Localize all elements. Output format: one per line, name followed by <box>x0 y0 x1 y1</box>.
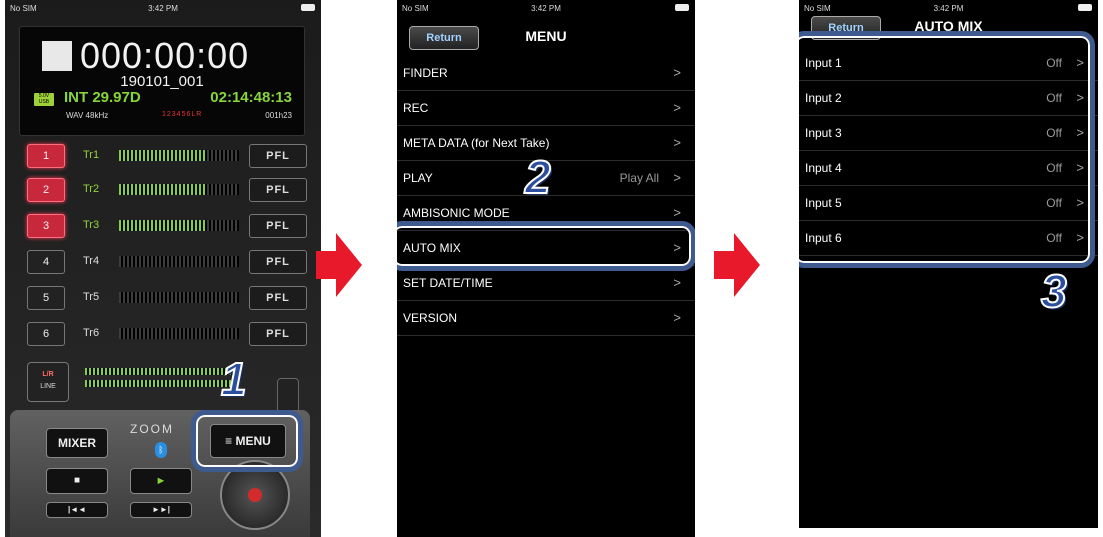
page-title: MENU <box>525 28 567 44</box>
file-format: WAV 48kHz <box>66 111 109 120</box>
mixer-button[interactable]: MIXER <box>46 428 108 458</box>
lr-line-button[interactable]: L/R LINE <box>27 362 69 402</box>
menu-item-version[interactable]: VERSION > <box>397 301 695 336</box>
line-label: LINE <box>40 383 56 390</box>
step-number-1: 1 <box>220 352 248 406</box>
track-row: 5 Tr5 PFL <box>27 286 309 310</box>
rewind-button[interactable]: |◄◄ <box>46 502 108 518</box>
menu-item-rec[interactable]: REC > <box>397 91 695 126</box>
track-level-meter <box>119 220 239 231</box>
armed-tracks-indicator: 123456LR <box>162 111 203 118</box>
track-name: Tr4 <box>83 255 100 267</box>
pfl-button[interactable]: PFL <box>249 322 307 346</box>
chevron-right-icon: > <box>673 65 681 80</box>
track-3-button[interactable]: 3 <box>27 214 65 238</box>
stop-button[interactable]: ■ <box>46 468 108 494</box>
step-number-2: 2 <box>524 150 552 204</box>
battery-icon <box>297 3 315 12</box>
item-label: SET DATE/TIME <box>403 276 493 290</box>
stop-state-icon <box>42 41 72 71</box>
timecode-display: 02:14:48:13 <box>210 89 292 106</box>
navigation-bar: Return MENU <box>397 14 695 60</box>
pfl-button[interactable]: PFL <box>249 144 307 168</box>
chevron-right-icon: > <box>673 275 681 290</box>
item-label: VERSION <box>403 311 458 325</box>
fast-forward-button[interactable]: ►►| <box>130 502 192 518</box>
status-bar: No SIM 3:42 PM <box>5 0 321 16</box>
chevron-right-icon: > <box>673 170 681 185</box>
highlight-menu-button <box>191 410 303 472</box>
track-level-meter <box>119 184 239 195</box>
timecode: 000:00:00 <box>80 35 250 76</box>
chevron-right-icon: > <box>673 135 681 150</box>
side-switch[interactable] <box>277 378 299 414</box>
track-2-button[interactable]: 2 <box>27 178 65 202</box>
track-level-meter <box>119 292 239 303</box>
chevron-right-icon: > <box>673 100 681 115</box>
track-name: Tr5 <box>83 291 100 303</box>
chevron-right-icon: > <box>673 310 681 325</box>
meter-right <box>85 380 233 387</box>
track-name: Tr2 <box>83 183 100 195</box>
item-label: PLAY <box>403 171 433 185</box>
chevron-right-icon: > <box>673 205 681 220</box>
menu-item-finder[interactable]: FINDER > <box>397 56 695 91</box>
track-level-meter <box>119 256 239 267</box>
menu-item-set-date-time[interactable]: SET DATE/TIME > <box>397 266 695 301</box>
meter-left <box>85 368 233 375</box>
track-row: 2 Tr2 PFL <box>27 178 309 202</box>
track-4-button[interactable]: 4 <box>27 250 65 274</box>
track-name: Tr6 <box>83 327 100 339</box>
bluetooth-icon: ᛒ <box>155 442 167 458</box>
track-level-meter <box>119 150 239 161</box>
item-label: REC <box>403 101 429 115</box>
track-5-button[interactable]: 5 <box>27 286 65 310</box>
step-number-3: 3 <box>1040 264 1068 318</box>
pfl-button[interactable]: PFL <box>249 250 307 274</box>
highlight-inputs <box>799 31 1095 268</box>
play-button[interactable]: ► <box>130 468 192 494</box>
usb-power-icon: 5.0V USB <box>34 93 54 106</box>
lcd-display: 000:00:00 190101_001 5.0V USB INT 29.97D… <box>19 26 305 136</box>
track-1-button[interactable]: 1 <box>27 144 65 168</box>
zoom-logo: ZOOM <box>130 422 174 436</box>
clock-label: 3:42 PM <box>531 4 561 13</box>
item-label: AMBISONIC MODE <box>403 206 510 220</box>
pfl-button[interactable]: PFL <box>249 178 307 202</box>
frame-rate: INT 29.97D <box>64 89 141 106</box>
track-name: Tr3 <box>83 219 100 231</box>
track-6-button[interactable]: 6 <box>27 322 65 346</box>
take-filename: 190101_001 <box>120 73 204 90</box>
recorder-app-screen: No SIM 3:42 PM 000:00:00 190101_001 5.0V… <box>5 0 321 537</box>
lr-label: L/R <box>42 371 54 378</box>
track-row: 6 Tr6 PFL <box>27 322 309 346</box>
item-label: FINDER <box>403 66 448 80</box>
pfl-button[interactable]: PFL <box>249 214 307 238</box>
item-value: Play All <box>619 171 659 185</box>
clock-label: 3:42 PM <box>148 4 178 13</box>
auto-mix-screen: No SIM 3:42 PM Return AUTO MIX Input 1 Of… <box>799 0 1098 528</box>
item-label: META DATA (for Next Take) <box>403 136 550 150</box>
track-row: 1 Tr1 PFL <box>27 144 309 168</box>
track-row: 4 Tr4 PFL <box>27 250 309 274</box>
menu-screen: No SIM 3:42 PM Return MENU FINDER > REC > ME… <box>397 0 695 537</box>
remaining-time: 001h23 <box>265 111 292 120</box>
track-row: 3 Tr3 PFL <box>27 214 309 238</box>
highlight-auto-mix <box>397 221 695 271</box>
battery-icon <box>671 3 689 12</box>
track-level-meter <box>119 328 239 339</box>
pfl-button[interactable]: PFL <box>249 286 307 310</box>
record-dot-icon <box>248 488 262 502</box>
track-name: Tr1 <box>83 149 100 161</box>
